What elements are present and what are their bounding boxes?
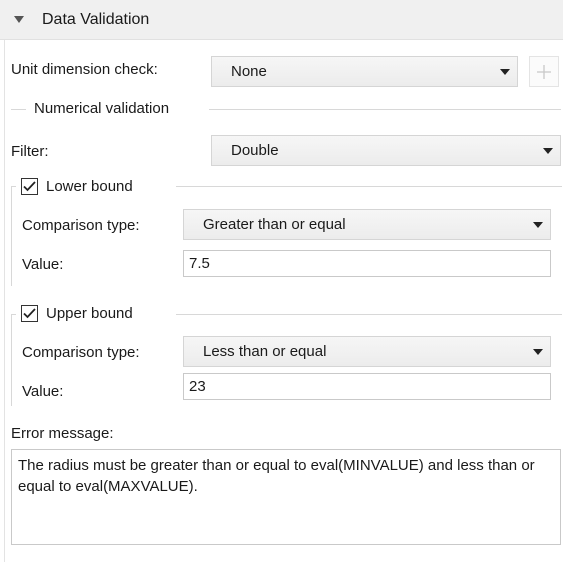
- upper-bound-label: Upper bound: [46, 305, 133, 322]
- section-header[interactable]: Data Validation: [0, 0, 563, 40]
- upper-comparison-select[interactable]: Less than or equal: [183, 336, 551, 367]
- unit-dimension-label: Unit dimension check:: [11, 61, 158, 78]
- error-message-label: Error message:: [11, 425, 114, 442]
- chevron-down-icon: [493, 68, 517, 75]
- lower-value-label: Value:: [22, 256, 64, 273]
- upper-value-input[interactable]: 23: [183, 373, 551, 400]
- data-validation-panel: Data Validation Unit dimension check: No…: [0, 0, 563, 562]
- lower-comparison-label: Comparison type:: [22, 217, 140, 234]
- unit-dimension-value: None: [231, 63, 267, 80]
- upper-value-label: Value:: [22, 383, 64, 400]
- chevron-down-icon: [526, 348, 550, 355]
- lower-value-input[interactable]: 7.5: [183, 250, 551, 277]
- chevron-down-icon: [526, 221, 550, 228]
- checkmark-icon: [23, 181, 36, 192]
- lower-bound-checkbox[interactable]: [21, 178, 38, 195]
- filter-value: Double: [231, 142, 279, 159]
- section-title: Data Validation: [42, 10, 150, 28]
- plus-icon: [537, 64, 551, 79]
- upper-comparison-value: Less than or equal: [203, 343, 327, 360]
- left-divider: [4, 40, 5, 562]
- upper-bound-checkbox[interactable]: [21, 305, 38, 322]
- numerical-validation-title: Numerical validation: [34, 100, 170, 117]
- error-message-textarea[interactable]: The radius must be greater than or equal…: [11, 449, 561, 545]
- triangle-down-icon[interactable]: [14, 15, 32, 24]
- lower-value-text: 7.5: [189, 255, 210, 272]
- filter-label: Filter:: [11, 143, 49, 160]
- error-message-text: The radius must be greater than or equal…: [18, 457, 535, 495]
- section-divider-right: [209, 109, 561, 110]
- section-divider-left: [11, 109, 26, 110]
- lower-comparison-select[interactable]: Greater than or equal: [183, 209, 551, 240]
- add-unit-button[interactable]: [529, 56, 559, 87]
- lower-bound-label: Lower bound: [46, 178, 133, 195]
- checkmark-icon: [23, 308, 36, 319]
- upper-value-text: 23: [189, 378, 206, 395]
- filter-select[interactable]: Double: [211, 135, 561, 166]
- chevron-down-icon: [536, 147, 560, 154]
- unit-dimension-select[interactable]: None: [211, 56, 518, 87]
- lower-comparison-value: Greater than or equal: [203, 216, 346, 233]
- upper-comparison-label: Comparison type:: [22, 344, 140, 361]
